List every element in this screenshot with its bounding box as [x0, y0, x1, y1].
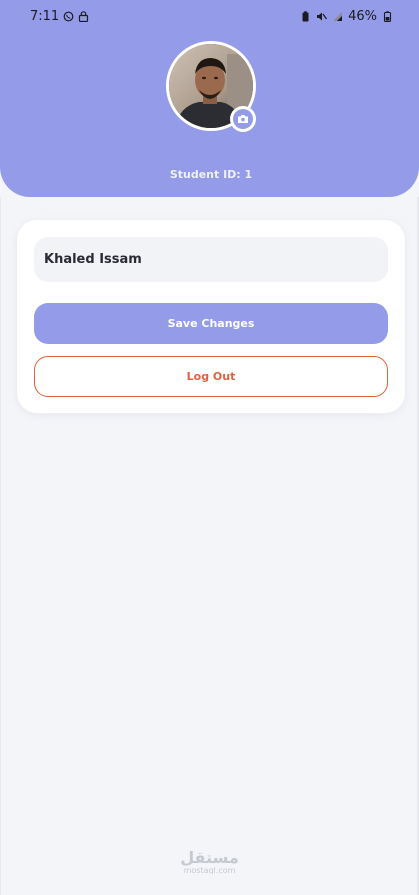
battery-saver-icon: [300, 11, 311, 22]
profile-card: Khaled Issam Save Changes Log Out: [17, 220, 405, 413]
profile-header: 7:11 46% Student ID: 1: [0, 0, 419, 197]
battery-level: 46%: [348, 9, 377, 24]
lock-icon: [78, 11, 89, 23]
student-id-label: Student ID: 1: [169, 168, 253, 181]
whatsapp-icon: [63, 11, 74, 22]
status-bar: 7:11 46%: [0, 0, 419, 32]
status-time: 7:11: [30, 9, 60, 24]
avatar-container[interactable]: [166, 41, 256, 132]
camera-icon: [233, 109, 253, 129]
watermark: مستقل mostaql.com: [0, 850, 419, 876]
signal-icon: [332, 11, 343, 22]
mute-icon: [316, 11, 328, 22]
battery-icon: [382, 11, 393, 23]
change-photo-button[interactable]: [230, 106, 256, 132]
watermark-url: mostaql.com: [183, 866, 236, 875]
watermark-logo: مستقل: [180, 848, 239, 867]
logout-button[interactable]: Log Out: [34, 356, 388, 397]
save-changes-button[interactable]: Save Changes: [34, 303, 388, 344]
name-input[interactable]: Khaled Issam: [34, 237, 388, 282]
left-edge: [0, 197, 1, 895]
